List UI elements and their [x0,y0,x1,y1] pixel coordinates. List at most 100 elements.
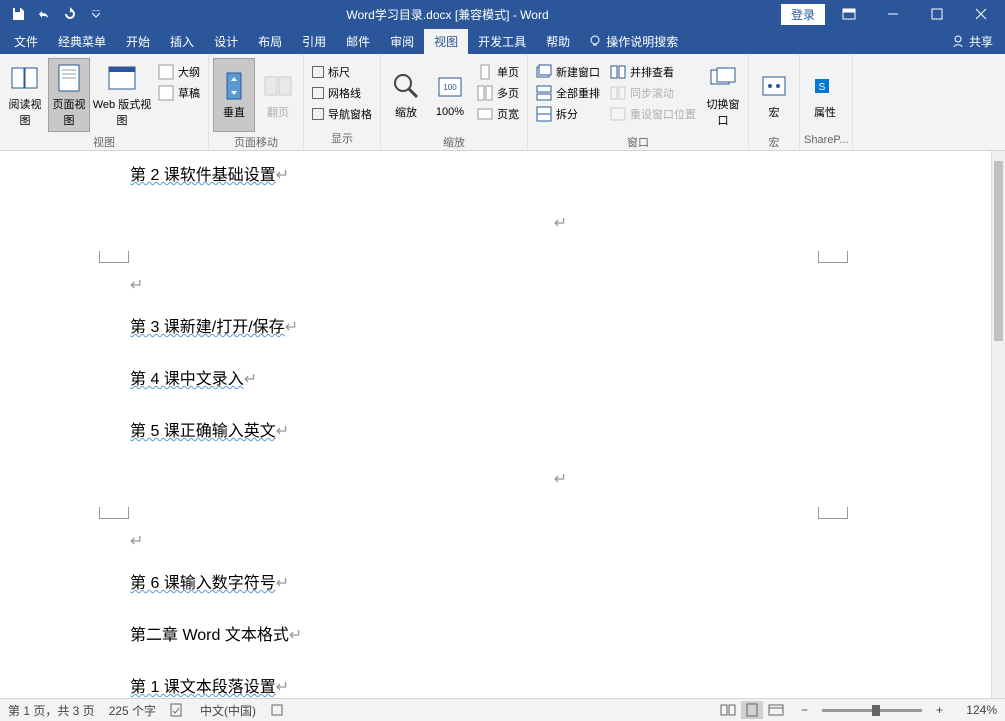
doc-line: 第 1 课文本段落设置↵ [130,673,991,697]
flip-button[interactable]: 翻页 [257,58,299,132]
tab-layout[interactable]: 布局 [248,29,292,54]
redo-icon[interactable] [58,2,82,26]
outline-view-button[interactable]: 大纲 [154,62,204,82]
tab-mail[interactable]: 邮件 [336,29,380,54]
para-mark: ↵ [130,469,991,489]
ribbon-group-sharepoint: S属性 ShareP... [800,54,853,150]
web-view-icon [106,62,138,94]
lightbulb-icon [588,34,602,48]
document-content: 第 2 课软件基础设置↵ ↵ ↵ 第 3 课新建/打开/保存↵ 第 4 课中文录… [0,151,991,697]
title-bar: Word学习目录.docx [兼容模式] - Word 登录 [0,0,1005,28]
tell-me-search[interactable]: 操作说明搜索 [580,29,686,54]
ribbon-group-views: 阅读视图 页面视图 Web 版式视图 大纲 草稿 视图 [0,54,209,150]
sidebyside-icon [610,64,626,80]
vertical-icon [218,70,250,102]
close-icon[interactable] [961,0,1001,28]
spell-check-icon[interactable] [170,703,186,717]
ribbon-group-pagemove: 垂直 翻页 页面移动 [209,54,304,150]
qat-dropdown-icon[interactable] [84,2,108,26]
draft-view-button[interactable]: 草稿 [154,83,204,103]
magnifier-icon [390,70,422,102]
tab-developer[interactable]: 开发工具 [468,29,536,54]
zoom-100-icon: 100 [434,72,466,104]
zoom-100-button[interactable]: 100100% [429,58,471,132]
sync-scroll-button: 同步滚动 [606,83,700,103]
undo-icon[interactable] [32,2,56,26]
document-area[interactable]: 第 2 课软件基础设置↵ ↵ ↵ 第 3 课新建/打开/保存↵ 第 4 课中文录… [0,151,991,698]
maximize-icon[interactable] [917,0,957,28]
tab-references[interactable]: 引用 [292,29,336,54]
page-status[interactable]: 第 1 页，共 3 页 [8,702,95,719]
tab-file[interactable]: 文件 [4,29,48,54]
properties-button[interactable]: S属性 [804,58,846,132]
macros-icon [758,70,790,102]
switch-window-button[interactable]: 切换窗口 [702,58,744,132]
tab-review[interactable]: 审阅 [380,29,424,54]
macros-button[interactable]: 宏 [753,58,795,132]
side-by-side-button[interactable]: 并排查看 [606,62,700,82]
login-button[interactable]: 登录 [781,4,825,25]
para-mark: ↵ [130,213,991,233]
share-button[interactable]: 共享 [943,29,1001,54]
one-page-button[interactable]: 单页 [473,62,523,82]
multi-page-button[interactable]: 多页 [473,83,523,103]
read-view-button[interactable]: 阅读视图 [4,58,46,132]
switch-window-icon [707,62,739,94]
zoom-in-button[interactable]: + [936,703,943,717]
save-icon[interactable] [6,2,30,26]
page-break [0,507,991,531]
read-mode-icon[interactable] [717,701,739,719]
zoom-out-button[interactable]: − [801,703,808,717]
zoom-slider-thumb[interactable] [872,705,880,716]
ribbon-display-icon[interactable] [829,0,869,28]
web-view-button[interactable]: Web 版式视图 [92,58,152,132]
vertical-button[interactable]: 垂直 [213,58,255,132]
tab-insert[interactable]: 插入 [160,29,204,54]
arrange-all-button[interactable]: 全部重排 [532,83,604,103]
language-status[interactable]: 中文(中国) [200,702,256,719]
web-layout-icon[interactable] [765,701,787,719]
word-count[interactable]: 225 个字 [109,702,156,719]
tab-design[interactable]: 设计 [204,29,248,54]
sharepoint-icon: S [809,70,841,102]
para-mark: ↵ [0,275,991,295]
page-width-button[interactable]: 页宽 [473,104,523,124]
doc-line: 第 5 课正确输入英文↵ [130,417,991,441]
zoom-button[interactable]: 缩放 [385,58,427,132]
vertical-scrollbar[interactable] [991,151,1005,698]
ribbon-group-window: 新建窗口 全部重排 拆分 并排查看 同步滚动 重设窗口位置 切换窗口 窗口 [528,54,749,150]
scrollbar-thumb[interactable] [994,161,1003,341]
share-icon [951,34,965,48]
status-bar: 第 1 页，共 3 页 225 个字 中文(中国) − + 124% [0,698,1005,721]
ribbon-group-zoom: 缩放 100100% 单页 多页 页宽 缩放 [381,54,528,150]
new-window-button[interactable]: 新建窗口 [532,62,604,82]
zoom-slider[interactable] [822,709,922,712]
tab-classic[interactable]: 经典菜单 [48,29,116,54]
tab-view[interactable]: 视图 [424,29,468,54]
sync-scroll-icon [610,85,626,101]
navpane-checkbox[interactable]: 导航窗格 [308,104,376,124]
quick-access-toolbar [0,2,114,26]
gridlines-checkbox[interactable]: 网格线 [308,83,376,103]
page-width-icon [477,106,493,122]
macro-record-icon[interactable] [270,703,284,717]
doc-line: 第 4 课中文录入↵ [130,365,991,389]
arrange-icon [536,85,552,101]
sharepoint-label: ShareP... [804,132,848,148]
view-mode-buttons [717,701,787,719]
doc-line: 第 3 课新建/打开/保存↵ [130,313,991,337]
zoom-level[interactable]: 124% [957,703,997,717]
checkbox-icon [312,87,324,99]
doc-line: 第 2 课软件基础设置↵ [130,161,991,185]
para-mark: ↵ [0,531,991,551]
ribbon-group-show: 标尺 网格线 导航窗格 显示 [304,54,381,150]
doc-line: 第二章 Word 文本格式↵ [130,621,991,645]
tab-help[interactable]: 帮助 [536,29,580,54]
outline-icon [158,64,174,80]
print-layout-icon[interactable] [741,701,763,719]
tab-home[interactable]: 开始 [116,29,160,54]
ruler-checkbox[interactable]: 标尺 [308,62,376,82]
split-button[interactable]: 拆分 [532,104,604,124]
page-view-button[interactable]: 页面视图 [48,58,90,132]
minimize-icon[interactable] [873,0,913,28]
